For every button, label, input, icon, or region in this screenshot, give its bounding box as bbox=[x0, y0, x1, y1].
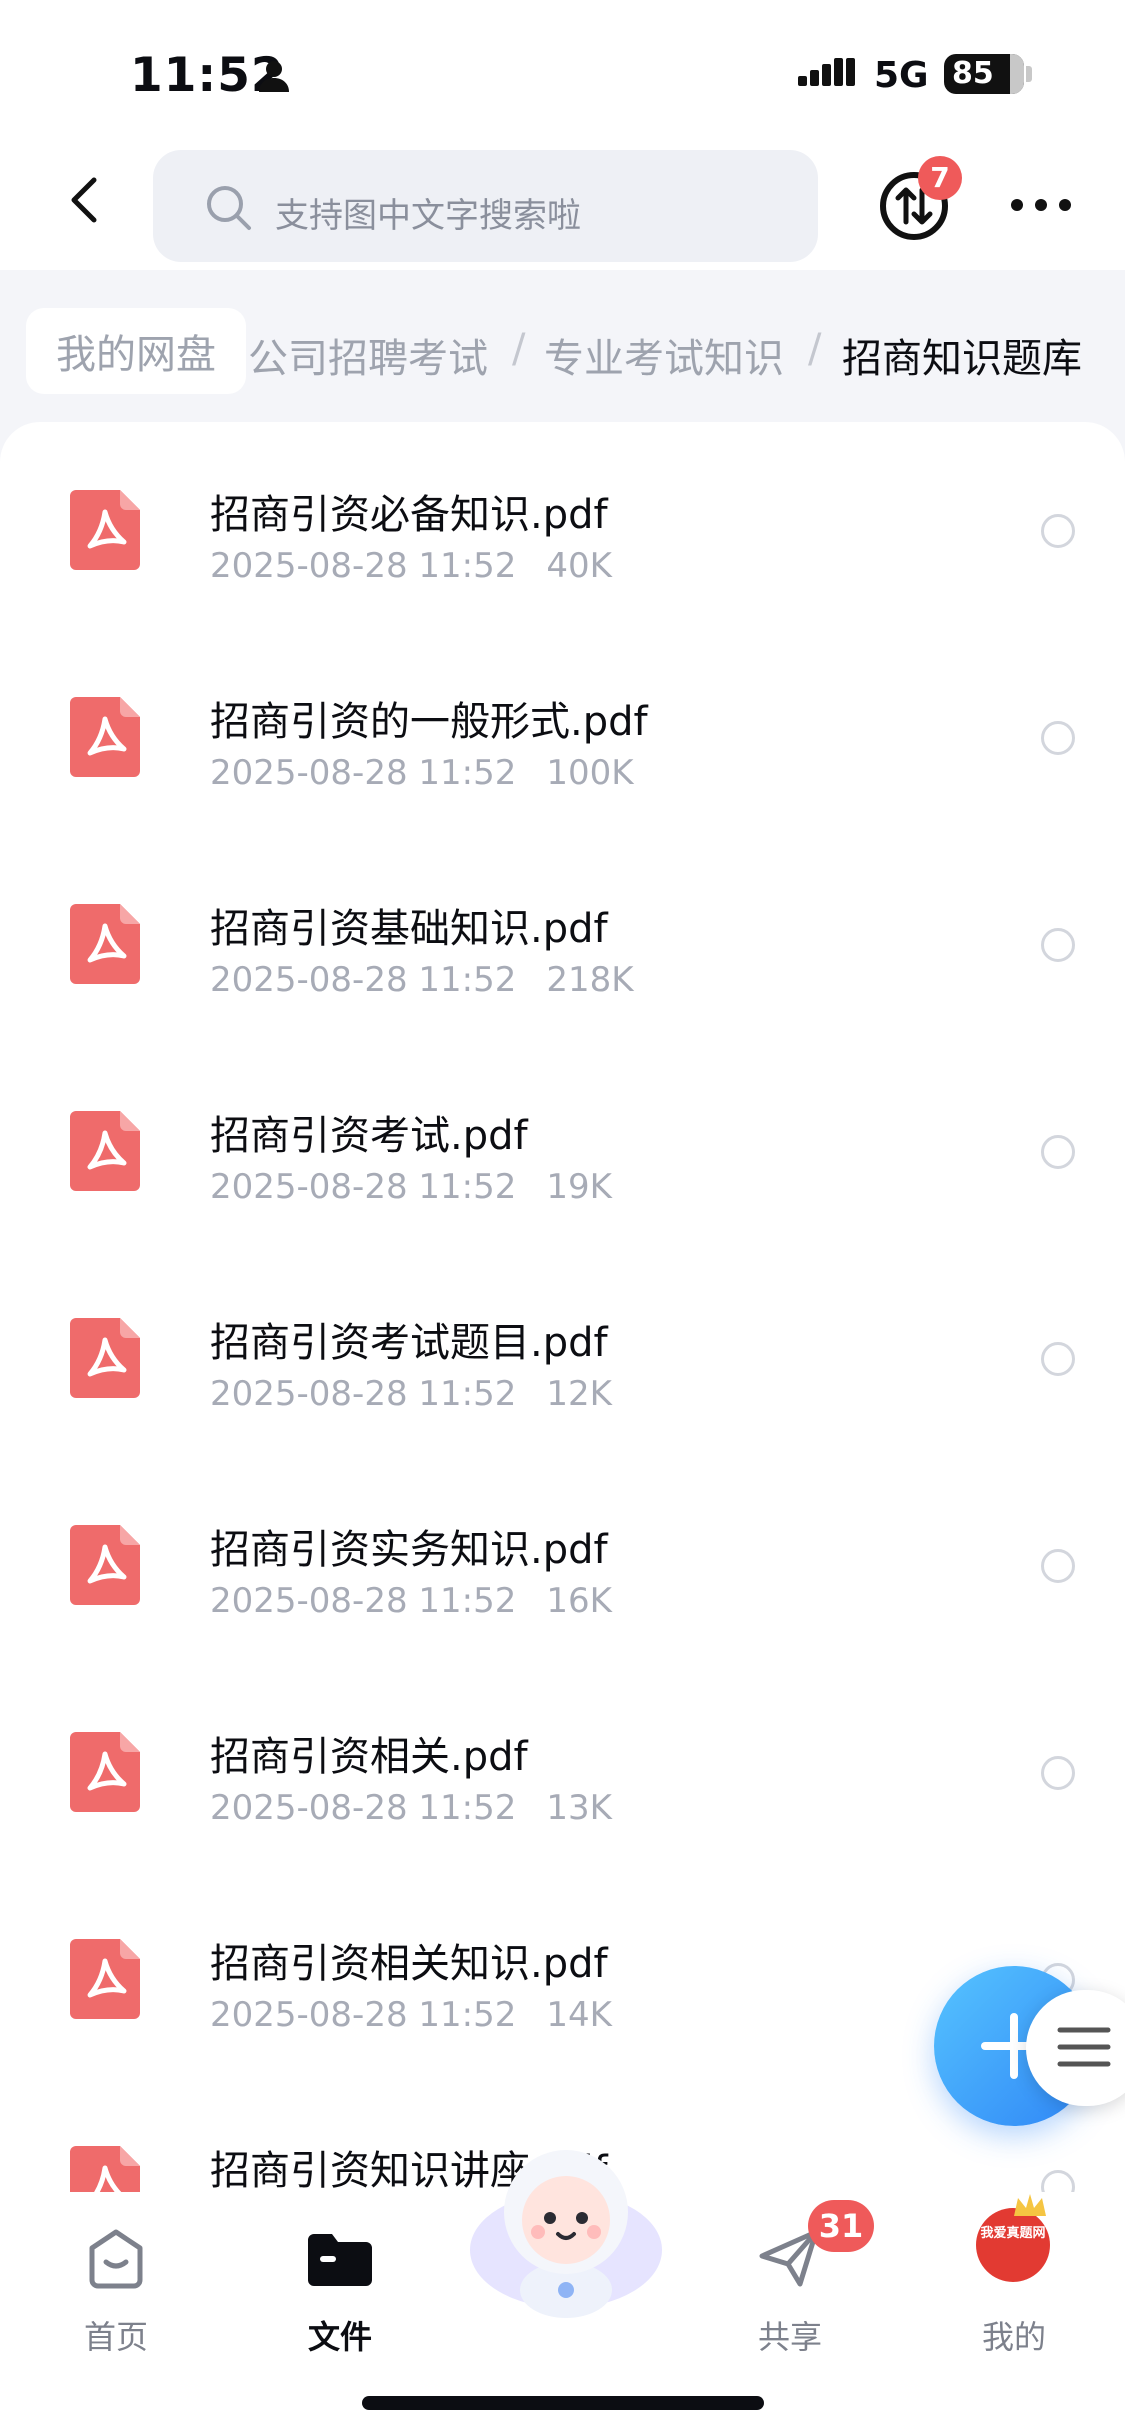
file-name: 招商引资考试.pdf bbox=[210, 1113, 528, 1159]
tab-mine-label: 我的 bbox=[981, 2318, 1046, 2356]
search-placeholder: 支持图中文字搜索啦 bbox=[275, 196, 581, 236]
breadcrumb-current: 招商知识题库 bbox=[842, 336, 1082, 382]
file-row[interactable]: 招商引资必备知识.pdf 2025-08-28 11:52 40K bbox=[0, 422, 1125, 629]
tab-files[interactable]: 文件 bbox=[260, 2212, 420, 2356]
file-meta: 2025-08-28 11:52 218K bbox=[210, 960, 634, 1000]
pdf-icon bbox=[70, 1732, 140, 1812]
file-meta: 2025-08-28 11:52 14K bbox=[210, 1995, 612, 2035]
select-radio[interactable] bbox=[1041, 1342, 1075, 1376]
file-date: 2025-08-28 11:52 bbox=[210, 1995, 517, 2035]
file-row[interactable]: 招商引资基础知识.pdf 2025-08-28 11:52 218K bbox=[0, 836, 1125, 1043]
select-radio[interactable] bbox=[1041, 1756, 1075, 1790]
breadcrumb-item[interactable]: 专业考试知识 bbox=[544, 326, 784, 384]
pdf-icon bbox=[70, 2146, 140, 2192]
home-indicator bbox=[362, 2396, 764, 2410]
file-meta: 2025-08-28 11:52 16K bbox=[210, 1581, 612, 1621]
file-meta: 2025-08-28 11:52 13K bbox=[210, 1788, 612, 1828]
file-size: 19K bbox=[546, 1167, 612, 1207]
file-name: 招商引资相关知识.pdf bbox=[210, 1941, 608, 1987]
tab-home[interactable]: 首页 bbox=[36, 2212, 196, 2356]
file-date: 2025-08-28 11:52 bbox=[210, 753, 517, 793]
breadcrumb-home[interactable]: 我的网盘 bbox=[26, 308, 246, 394]
pdf-icon bbox=[70, 697, 140, 777]
breadcrumb-item[interactable]: 公司招聘考试 bbox=[248, 326, 488, 384]
file-list: 招商引资必备知识.pdf 2025-08-28 11:52 40K 招商引资的一般… bbox=[0, 422, 1125, 2192]
select-radio[interactable] bbox=[1041, 514, 1075, 548]
more-icon[interactable] bbox=[1010, 198, 1072, 212]
file-date: 2025-08-28 11:52 bbox=[210, 1374, 517, 1414]
file-size: 16K bbox=[546, 1581, 612, 1621]
file-size: 14K bbox=[546, 1995, 612, 2035]
network-label: 5G bbox=[874, 55, 929, 96]
select-radio[interactable] bbox=[1041, 1135, 1075, 1169]
file-name: 招商引资基础知识.pdf bbox=[210, 906, 608, 952]
file-date: 2025-08-28 11:52 bbox=[210, 1788, 517, 1828]
breadcrumb-separator: / bbox=[808, 326, 822, 372]
select-radio[interactable] bbox=[1041, 1549, 1075, 1583]
pdf-icon bbox=[70, 490, 140, 570]
file-row[interactable]: 招商引资实务知识.pdf 2025-08-28 11:52 16K bbox=[0, 1457, 1125, 1664]
battery-icon: 85 bbox=[944, 54, 1024, 94]
file-date: 2025-08-28 11:52 bbox=[210, 960, 517, 1000]
home-icon bbox=[89, 2229, 143, 2289]
file-size: 100K bbox=[546, 753, 634, 793]
pdf-icon bbox=[70, 1525, 140, 1605]
pdf-icon bbox=[70, 904, 140, 984]
file-name: 招商引资必备知识.pdf bbox=[210, 492, 608, 538]
pdf-icon bbox=[70, 1939, 140, 2019]
breadcrumb-separator: / bbox=[512, 326, 526, 372]
assistant-mascot-icon[interactable] bbox=[466, 2140, 666, 2320]
person-icon bbox=[259, 61, 289, 92]
file-meta: 2025-08-28 11:52 40K bbox=[210, 546, 612, 586]
file-row[interactable]: 招商引资相关.pdf 2025-08-28 11:52 13K bbox=[0, 1664, 1125, 1871]
signal-icon bbox=[798, 58, 855, 86]
file-meta: 2025-08-28 11:52 12K bbox=[210, 1374, 612, 1414]
pdf-icon bbox=[70, 1111, 140, 1191]
battery-level: 85 bbox=[952, 56, 994, 91]
header: 支持图中文字搜索啦 7 bbox=[0, 140, 1125, 270]
file-size: 218K bbox=[546, 960, 634, 1000]
search-icon bbox=[207, 186, 251, 230]
file-date: 2025-08-28 11:52 bbox=[210, 1167, 517, 1207]
menu-icon bbox=[1057, 2027, 1111, 2067]
battery-cap bbox=[1026, 66, 1032, 82]
file-name: 招商引资考试题目.pdf bbox=[210, 1320, 608, 1366]
select-radio[interactable] bbox=[1041, 2170, 1075, 2192]
share-badge: 31 bbox=[808, 2200, 874, 2252]
status-bar: 11:52 5G 85 bbox=[0, 0, 1125, 140]
breadcrumb: 公司招聘考试 / 专业考试知识 / 招商知识题库 我的网盘 bbox=[0, 290, 1125, 410]
tab-home-label: 首页 bbox=[83, 2318, 148, 2356]
file-meta: 2025-08-28 11:52 100K bbox=[210, 753, 634, 793]
file-name: 招商引资实务知识.pdf bbox=[210, 1527, 608, 1573]
back-icon[interactable] bbox=[60, 170, 110, 230]
file-size: 12K bbox=[546, 1374, 612, 1414]
file-row[interactable]: 招商引资的一般形式.pdf 2025-08-28 11:52 100K bbox=[0, 629, 1125, 836]
pdf-icon bbox=[70, 1318, 140, 1398]
file-name: 招商引资的一般形式.pdf bbox=[210, 699, 648, 745]
file-size: 40K bbox=[546, 546, 612, 586]
file-name: 招商引资相关.pdf bbox=[210, 1734, 528, 1780]
select-radio[interactable] bbox=[1041, 721, 1075, 755]
file-row[interactable]: 招商引资考试.pdf 2025-08-28 11:52 19K bbox=[0, 1043, 1125, 1250]
folder-icon bbox=[308, 2234, 372, 2286]
tab-files-label: 文件 bbox=[307, 2318, 372, 2356]
search-input[interactable]: 支持图中文字搜索啦 bbox=[153, 150, 818, 262]
select-radio[interactable] bbox=[1041, 928, 1075, 962]
transfer-badge: 7 bbox=[918, 156, 962, 200]
file-meta: 2025-08-28 11:52 19K bbox=[210, 1167, 612, 1207]
tab-share-label: 共享 bbox=[757, 2318, 822, 2356]
file-row[interactable]: 招商引资考试题目.pdf 2025-08-28 11:52 12K bbox=[0, 1250, 1125, 1457]
file-date: 2025-08-28 11:52 bbox=[210, 1581, 517, 1621]
crown-icon bbox=[1014, 2194, 1046, 2216]
file-size: 13K bbox=[546, 1788, 612, 1828]
file-date: 2025-08-28 11:52 bbox=[210, 546, 517, 586]
